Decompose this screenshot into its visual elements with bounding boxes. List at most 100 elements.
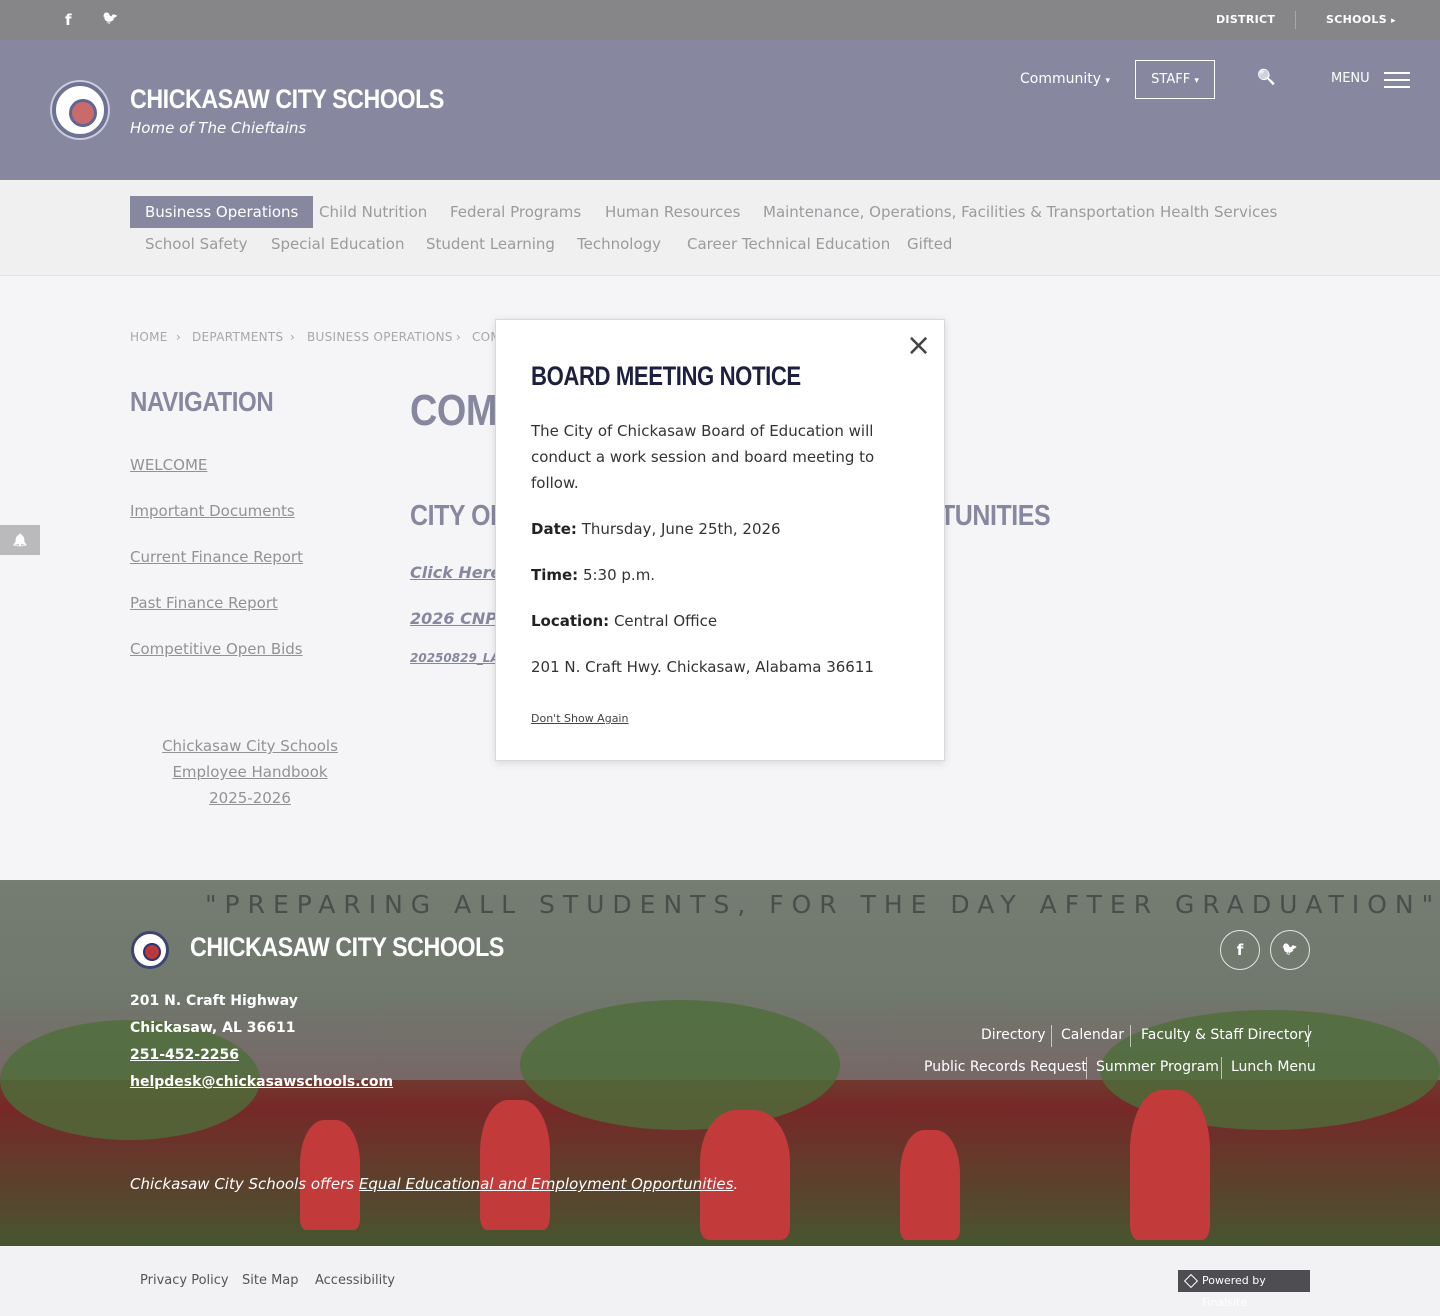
- footer-email-link[interactable]: helpdesk@chickasawschools.com: [130, 1074, 393, 1090]
- dept-business-operations[interactable]: Business Operations: [130, 196, 314, 228]
- footer-seal-logo[interactable]: [131, 931, 169, 969]
- dept-student-learning[interactable]: Student Learning: [411, 228, 570, 260]
- dept-technology[interactable]: Technology: [562, 228, 676, 260]
- bell-icon: 🔔: [12, 533, 28, 547]
- caret-down-icon: ▾: [1194, 76, 1199, 86]
- dont-show-again-link[interactable]: Don't Show Again: [531, 712, 628, 725]
- bottom-bar: Privacy Policy Site Map Accessibility Po…: [0, 1246, 1440, 1316]
- footer-link-public-records[interactable]: Public Records Request: [924, 1059, 1087, 1075]
- modal-time: Time: 5:30 p.m.: [531, 562, 655, 588]
- footer-link-divider: [1130, 1025, 1131, 1047]
- accessibility-link[interactable]: Accessibility: [315, 1273, 395, 1288]
- sidebar-link-important-documents[interactable]: Important Documents: [130, 502, 295, 520]
- dept-human-resources[interactable]: Human Resources: [590, 196, 755, 228]
- modal-body-text: The City of Chickasaw Board of Education…: [531, 422, 875, 492]
- dept-gifted[interactable]: Gifted: [892, 228, 967, 260]
- footer-link-divider: [1051, 1025, 1052, 1047]
- date-value: Thursday, June 25th, 2026: [576, 520, 781, 538]
- sidebar-link-past-finance-report[interactable]: Past Finance Report: [130, 594, 278, 612]
- footer-link-lunch-menu[interactable]: Lunch Menu: [1231, 1059, 1316, 1075]
- location-label: Location:: [531, 612, 610, 630]
- dept-career-technical-education[interactable]: Career Technical Education: [672, 228, 905, 260]
- footer-link-directory[interactable]: Directory: [981, 1027, 1046, 1043]
- schools-label: SCHOOLS: [1326, 13, 1387, 26]
- footer-address-line2: Chickasaw, AL 36611: [130, 1020, 296, 1036]
- school-name[interactable]: CHICKASAW CITY SCHOOLS: [130, 84, 444, 115]
- footer-link-calendar[interactable]: Calendar: [1061, 1027, 1124, 1043]
- dept-special-education[interactable]: Special Education: [256, 228, 420, 260]
- facebook-icon[interactable]: f: [65, 11, 72, 29]
- caret-down-icon: ▾: [1105, 76, 1111, 86]
- staff-label: STAFF: [1151, 72, 1191, 87]
- time-value: 5:30 p.m.: [578, 566, 656, 584]
- sidebar-link-current-finance-report[interactable]: Current Finance Report: [130, 548, 303, 566]
- footer-link-faculty-staff-directory[interactable]: Faculty & Staff Directory: [1141, 1027, 1312, 1043]
- breadcrumb-departments[interactable]: DEPARTMENTS: [192, 330, 283, 344]
- hamburger-icon[interactable]: [1384, 72, 1410, 88]
- notification-bell-icon[interactable]: 🔔: [0, 525, 40, 555]
- dept-federal-programs[interactable]: Federal Programs: [435, 196, 596, 228]
- handbook-line: 2025-2026: [209, 789, 291, 807]
- modal-date: Date: Thursday, June 25th, 2026: [531, 516, 781, 542]
- modal-address: 201 N. Craft Hwy. Chickasaw, Alabama 366…: [531, 658, 874, 676]
- eeo-statement: Chickasaw City Schools offers Equal Educ…: [130, 1175, 738, 1193]
- district-link[interactable]: DISTRICT: [1216, 13, 1275, 26]
- time-label: Time:: [531, 566, 579, 584]
- chevron-right-icon: ▸: [1391, 16, 1396, 26]
- date-label: Date:: [531, 520, 577, 538]
- footer-link-divider: [1221, 1057, 1222, 1079]
- menu-label[interactable]: MENU: [1331, 71, 1370, 86]
- footer-photo-graduate: [1130, 1090, 1210, 1240]
- search-icon[interactable]: 🔍: [1257, 68, 1276, 86]
- section-heading-right: TUNITIES: [940, 500, 1051, 532]
- dept-health-services[interactable]: Health Services: [1145, 196, 1292, 228]
- dept-child-nutrition[interactable]: Child Nutrition: [304, 196, 442, 228]
- twitter-icon[interactable]: 🐦: [1270, 930, 1310, 970]
- utility-divider: [1295, 11, 1296, 29]
- dept-school-safety[interactable]: School Safety: [130, 228, 263, 260]
- footer-link-divider: [1308, 1025, 1309, 1047]
- site-header: CHICKASAW CITY SCHOOLS Home of The Chief…: [0, 40, 1440, 180]
- school-seal-logo[interactable]: [52, 82, 108, 138]
- twitter-icon[interactable]: 🐦: [102, 11, 118, 26]
- powered-by-finalsite-badge[interactable]: Powered by Finalsite: [1178, 1270, 1310, 1309]
- modal-title: BOARD MEETING NOTICE: [531, 361, 801, 391]
- content-link-file[interactable]: 20250829_LA: [410, 651, 500, 665]
- sidebar-heading: NAVIGATION: [130, 386, 274, 417]
- site-map-link[interactable]: Site Map: [242, 1273, 299, 1288]
- sidebar-link-competitive-open-bids[interactable]: Competitive Open Bids: [130, 640, 303, 658]
- community-dropdown[interactable]: Community ▾: [1020, 71, 1110, 87]
- staff-dropdown[interactable]: STAFF ▾: [1135, 60, 1215, 99]
- breadcrumb-separator: ›: [176, 330, 181, 344]
- footer-address-line1: 201 N. Craft Highway: [130, 993, 298, 1009]
- breadcrumb-home[interactable]: HOME: [130, 330, 168, 344]
- footer-school-name[interactable]: CHICKASAW CITY SCHOOLS: [190, 932, 504, 963]
- privacy-policy-link[interactable]: Privacy Policy: [140, 1273, 229, 1288]
- utility-bar: f 🐦 DISTRICT SCHOOLS ▸: [0, 0, 1440, 40]
- footer-photo-graduate: [900, 1130, 960, 1240]
- modal-location: Location: Central Office: [531, 608, 717, 634]
- dept-maintenance-operations[interactable]: Maintenance, Operations, Facilities & Tr…: [748, 196, 1170, 228]
- schools-link[interactable]: SCHOOLS ▸: [1326, 13, 1396, 26]
- breadcrumb-business-operations[interactable]: BUSINESS OPERATIONS: [307, 330, 453, 344]
- handbook-line: Chickasaw City Schools: [162, 737, 338, 755]
- twitter-glyph: 🐦: [1281, 942, 1299, 957]
- footer-photo-tree: [520, 1000, 840, 1130]
- employee-handbook-link[interactable]: Chickasaw City Schools Employee Handbook…: [130, 733, 370, 811]
- eeo-suffix: .: [733, 1175, 739, 1193]
- handbook-line: Employee Handbook: [172, 763, 328, 781]
- community-label: Community: [1020, 71, 1102, 87]
- site-footer: "PREPARING ALL STUDENTS, FOR THE DAY AFT…: [0, 880, 1440, 1246]
- footer-link-summer-program[interactable]: Summer Program: [1096, 1059, 1219, 1075]
- location-value: Central Office: [609, 612, 718, 630]
- footer-phone-link[interactable]: 251-452-2256: [130, 1047, 239, 1063]
- facebook-icon[interactable]: f: [1220, 930, 1260, 970]
- eeo-link[interactable]: Equal Educational and Employment Opportu…: [359, 1175, 734, 1193]
- sidebar-link-welcome[interactable]: WELCOME: [130, 456, 207, 474]
- footer-photo-graduate: [480, 1100, 550, 1230]
- board-meeting-modal: × BOARD MEETING NOTICE The City of Chick…: [495, 319, 945, 761]
- breadcrumb-separator: ›: [290, 330, 295, 344]
- close-icon[interactable]: ×: [906, 328, 931, 363]
- eeo-prefix: Chickasaw City Schools offers: [130, 1175, 359, 1193]
- footer-link-divider: [1086, 1057, 1087, 1079]
